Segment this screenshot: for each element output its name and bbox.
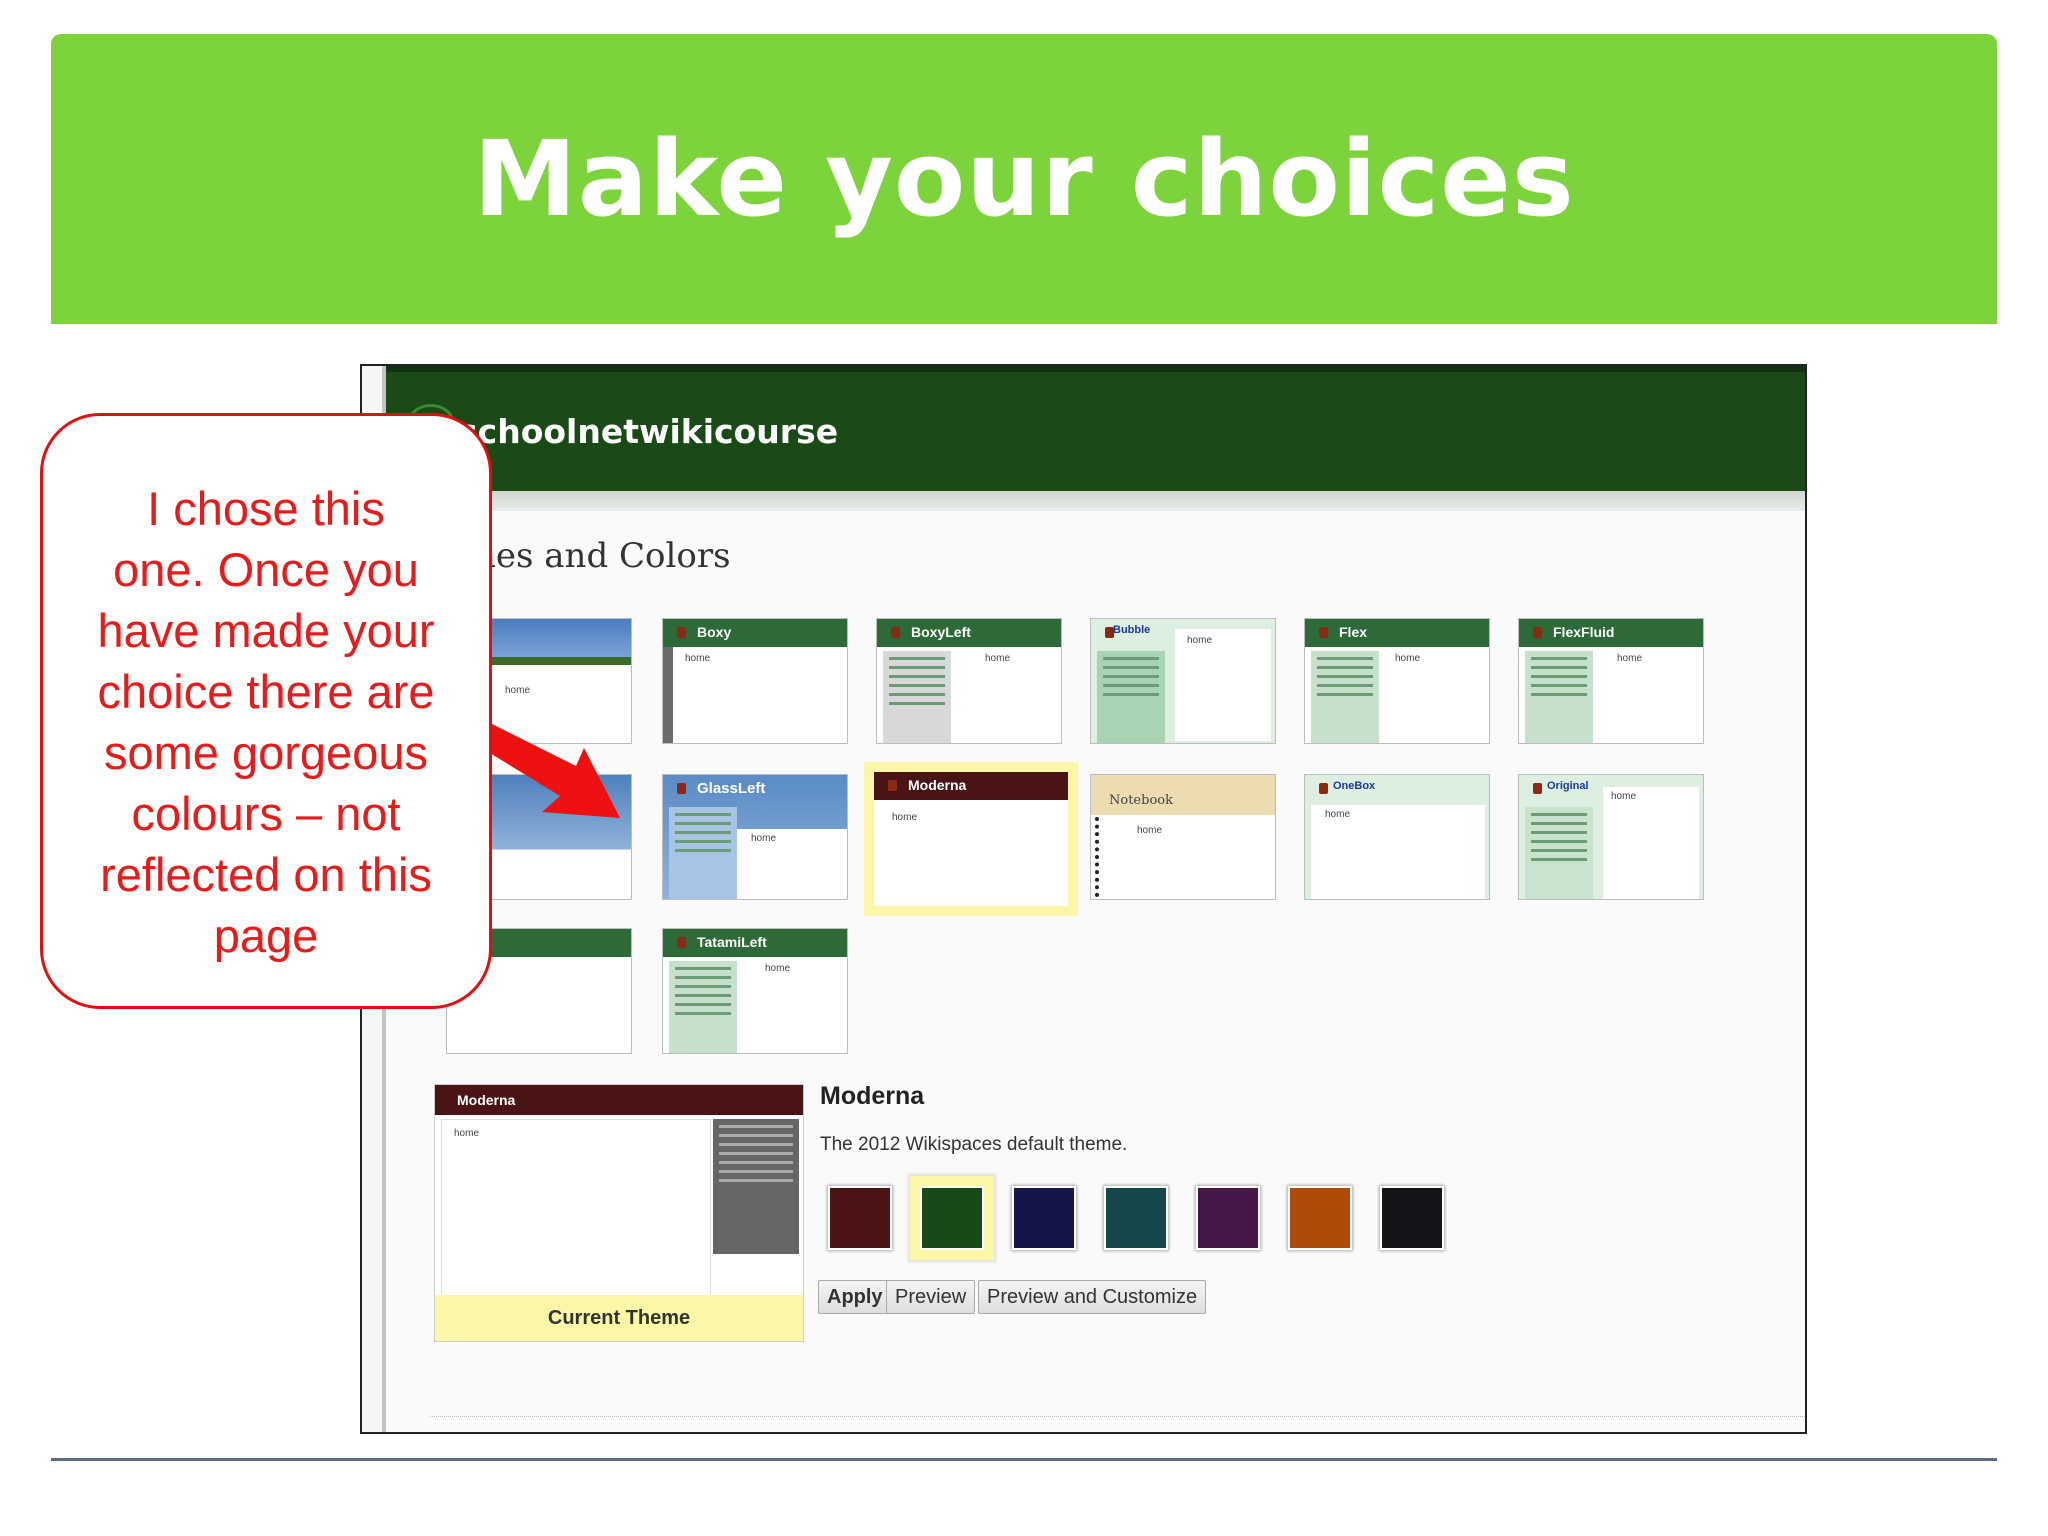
theme-thumb-tatamileft[interactable]: TatamiLeft home (662, 928, 848, 1054)
red-arrow-icon (480, 718, 620, 818)
theme-home-label: home (1187, 635, 1213, 646)
theme-label-notebook: Notebook (1109, 793, 1173, 808)
theme-label-boxy: Boxy (697, 624, 732, 640)
bottom-rule (51, 1458, 1997, 1461)
callout-line: colours – not (131, 787, 401, 840)
callout-line: choice there are (97, 665, 435, 718)
color-swatch-2[interactable] (920, 1186, 984, 1250)
apply-button[interactable]: Apply (818, 1280, 892, 1314)
theme-home-label: home (751, 833, 777, 844)
preview-customize-button[interactable]: Preview and Customize (978, 1280, 1207, 1314)
theme-home-label: home (1325, 809, 1351, 820)
section-heading: nes and Colors (474, 536, 731, 576)
preview-button[interactable]: Preview (886, 1280, 976, 1314)
flowerpot-icon (677, 783, 686, 794)
callout-text: I chose this one. Once you have made you… (43, 478, 489, 966)
preview-title: Moderna (457, 1092, 516, 1108)
color-swatch-3[interactable] (1012, 1186, 1076, 1250)
callout-line: some gorgeous (104, 726, 428, 779)
callout-bubble: I chose this one. Once you have made you… (40, 413, 492, 1009)
flowerpot-icon (1533, 783, 1542, 794)
screenshot-frame: schoolnetwikicourse nes and Colors home … (360, 364, 1807, 1434)
color-swatch-1[interactable] (828, 1186, 892, 1250)
theme-home-label: home (985, 653, 1011, 664)
theme-thumb-boxy[interactable]: Boxy home (662, 618, 848, 744)
theme-home-label: home (685, 653, 711, 664)
theme-home-label: home (892, 812, 918, 823)
theme-label-moderna: Moderna (908, 777, 967, 793)
theme-thumb-onebox[interactable]: OneBox home (1304, 774, 1490, 900)
callout-line: page (213, 909, 319, 962)
color-swatch-6[interactable] (1288, 1186, 1352, 1250)
divider (430, 1416, 1805, 1417)
current-theme-preview: Moderna home Current Theme (434, 1084, 804, 1342)
theme-home-label: home (1611, 791, 1637, 802)
preview-home-label: home (454, 1128, 480, 1139)
theme-label-boxyleft: BoxyLeft (911, 624, 971, 640)
theme-label-bubble: Bubble (1113, 624, 1151, 636)
callout-line: I chose this (147, 482, 385, 535)
theme-home-label: home (1137, 825, 1163, 836)
theme-label-glassleft: GlassLeft (697, 780, 766, 797)
selected-theme-description: The 2012 Wikispaces default theme. (820, 1134, 1128, 1155)
theme-thumb-flexfluid[interactable]: FlexFluid home (1518, 618, 1704, 744)
flowerpot-icon (1319, 627, 1328, 638)
current-theme-label: Current Theme (435, 1295, 803, 1341)
wiki-name[interactable]: schoolnetwikicourse (458, 412, 838, 451)
selected-theme-name: Moderna (820, 1082, 925, 1110)
theme-thumb-original[interactable]: Original home (1518, 774, 1704, 900)
theme-home-label: home (505, 685, 531, 696)
theme-label-onebox: OneBox (1333, 780, 1376, 792)
color-swatch-7[interactable] (1380, 1186, 1444, 1250)
theme-label-flex: Flex (1339, 624, 1368, 640)
theme-thumb-notebook[interactable]: Notebook home (1090, 774, 1276, 900)
theme-home-label: home (765, 963, 791, 974)
theme-thumb-boxyleft[interactable]: BoxyLeft home (876, 618, 1062, 744)
flowerpot-icon (888, 780, 897, 791)
slide-title: Make your choices (473, 118, 1575, 240)
slide-header: Make your choices (51, 34, 1997, 324)
theme-label-tatamileft: TatamiLeft (697, 934, 767, 950)
flowerpot-icon (1533, 627, 1542, 638)
theme-home-label: home (1617, 653, 1643, 664)
flowerpot-icon (677, 627, 686, 638)
theme-thumb-flex[interactable]: Flex home (1304, 618, 1490, 744)
theme-thumb-glassleft[interactable]: GlassLeft home (662, 774, 848, 900)
callout-line: one. Once you (113, 543, 419, 596)
color-swatch-4[interactable] (1104, 1186, 1168, 1250)
flowerpot-icon (1319, 783, 1328, 794)
flowerpot-icon (891, 627, 900, 638)
theme-thumb-moderna[interactable]: Moderna home (864, 762, 1078, 916)
theme-label-flexfluid: FlexFluid (1553, 624, 1615, 640)
flowerpot-icon (677, 937, 686, 948)
color-swatch-5[interactable] (1196, 1186, 1260, 1250)
wiki-page: schoolnetwikicourse nes and Colors home … (382, 366, 1805, 1432)
theme-label-original: Original (1547, 780, 1589, 792)
callout-line: reflected on this (100, 848, 432, 901)
wiki-header-bar: schoolnetwikicourse (386, 366, 1805, 491)
theme-thumb-bubble[interactable]: Bubble home (1090, 618, 1276, 744)
wiki-subheader-strip (386, 491, 1805, 511)
callout-line: have made your (97, 604, 435, 657)
theme-home-label: home (1395, 653, 1421, 664)
